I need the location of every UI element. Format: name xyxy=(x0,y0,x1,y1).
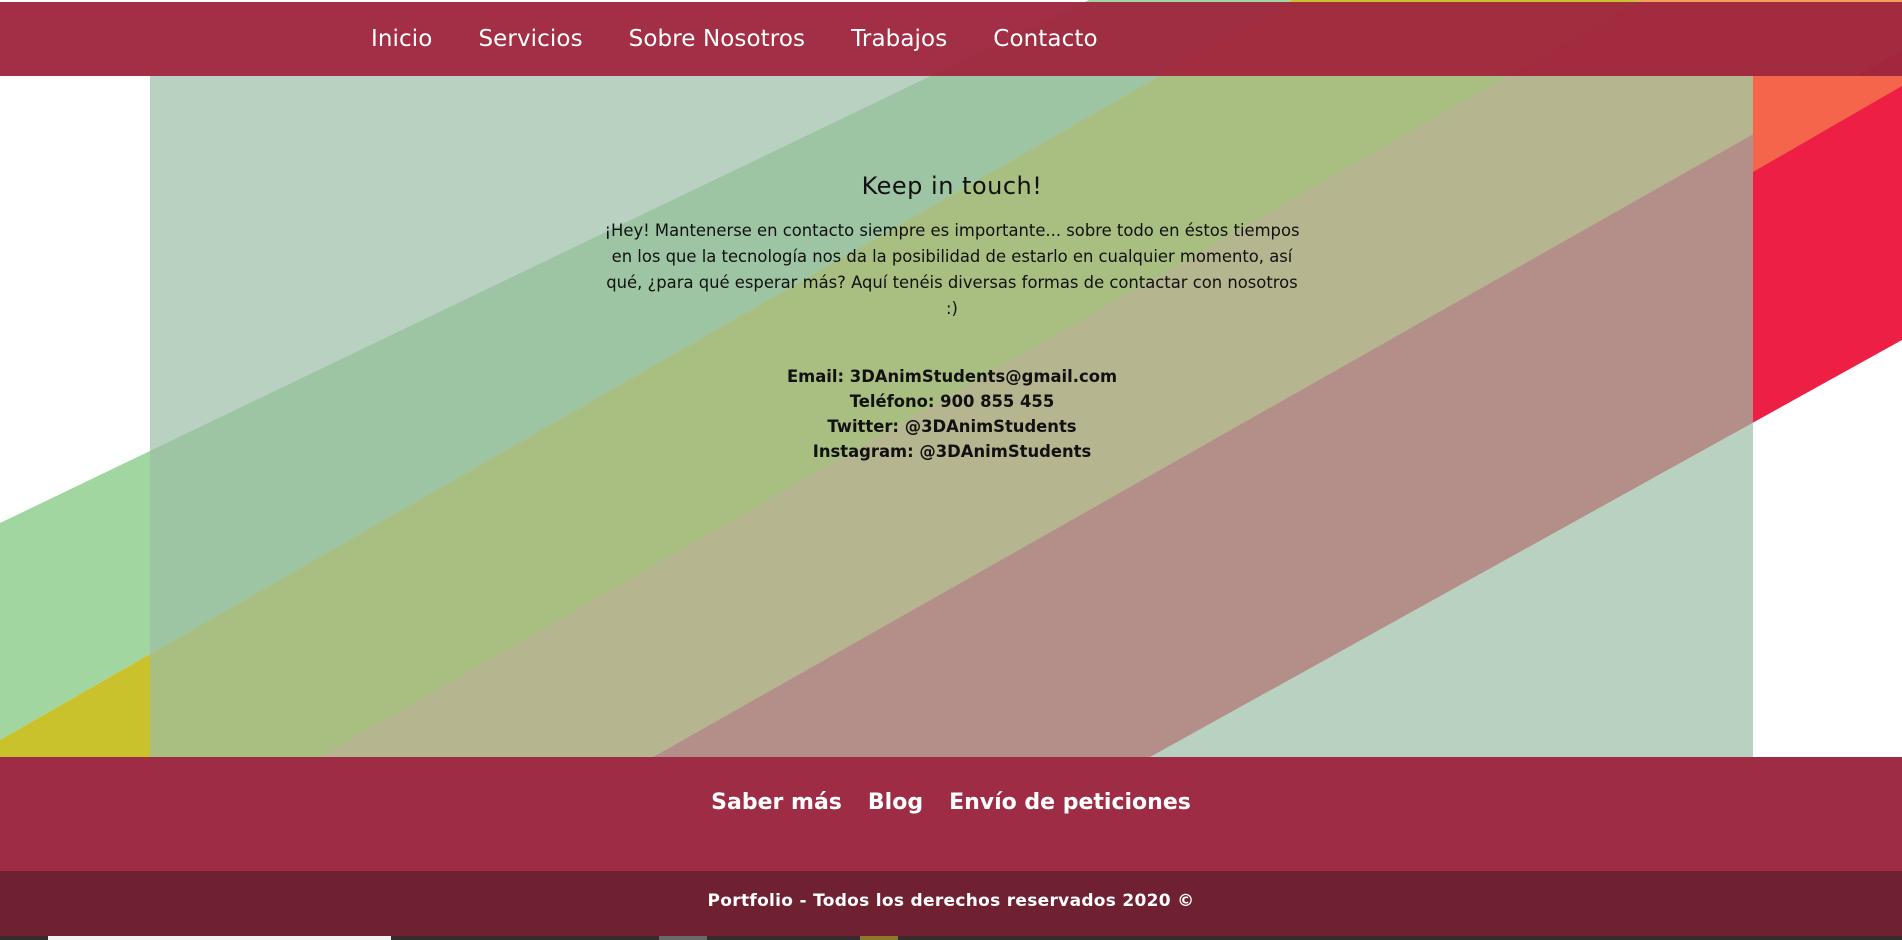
contact-phone: Teléfono: 900 855 455 xyxy=(849,392,1055,411)
nav-list: Inicio Servicios Sobre Nosotros Trabajos… xyxy=(0,2,1902,76)
footer-item-envio-peticiones: Envío de peticiones xyxy=(949,790,1191,815)
footer-link-saber-mas[interactable]: Saber más xyxy=(711,790,842,815)
nav-item-contacto: Contacto xyxy=(993,26,1097,52)
footer-link-blog[interactable]: Blog xyxy=(868,790,923,815)
bottom-strip-segment xyxy=(860,936,898,940)
copyright-text: Portfolio - Todos los derechos reservado… xyxy=(707,890,1195,911)
nav-link-contacto[interactable]: Contacto xyxy=(993,26,1097,52)
nav-link-inicio[interactable]: Inicio xyxy=(371,26,432,52)
contact-title: Keep in touch! xyxy=(861,172,1043,200)
footer-item-blog: Blog xyxy=(868,790,923,815)
nav-item-trabajos: Trabajos xyxy=(851,26,947,52)
bottom-strip-segment xyxy=(48,936,391,940)
page: Inicio Servicios Sobre Nosotros Trabajos… xyxy=(0,0,1902,940)
contact-intro-text: ¡Hey! Mantenerse en contacto siempre es … xyxy=(604,221,1300,318)
bottom-strip-segment xyxy=(659,936,707,940)
footer-copyright-bar: Portfolio - Todos los derechos reservado… xyxy=(0,871,1902,936)
nav-link-sobre-nosotros[interactable]: Sobre Nosotros xyxy=(629,26,805,52)
nav-item-inicio: Inicio xyxy=(371,26,432,52)
footer-item-saber-mas: Saber más xyxy=(711,790,842,815)
bottom-strip xyxy=(0,936,1902,940)
nav-link-trabajos[interactable]: Trabajos xyxy=(851,26,947,52)
contact-twitter: Twitter: @3DAnimStudents xyxy=(827,417,1077,436)
nav-link-servicios[interactable]: Servicios xyxy=(478,26,582,52)
top-navigation: Inicio Servicios Sobre Nosotros Trabajos… xyxy=(0,2,1902,76)
nav-item-servicios: Servicios xyxy=(478,26,582,52)
contact-details-list: Email: 3DAnimStudents@gmail.com Teléfono… xyxy=(602,364,1302,464)
footer-links-bar: Saber más Blog Envío de peticiones xyxy=(0,757,1902,871)
contact-email: Email: 3DAnimStudents@gmail.com xyxy=(786,367,1118,386)
footer-links-list: Saber más Blog Envío de peticiones xyxy=(698,757,1204,815)
nav-item-sobre-nosotros: Sobre Nosotros xyxy=(629,26,805,52)
contact-section: Keep in touch! ¡Hey! Mantenerse en conta… xyxy=(602,172,1302,464)
footer-link-envio-peticiones[interactable]: Envío de peticiones xyxy=(949,790,1191,815)
contact-instagram: Instagram: @3DAnimStudents xyxy=(812,442,1092,461)
